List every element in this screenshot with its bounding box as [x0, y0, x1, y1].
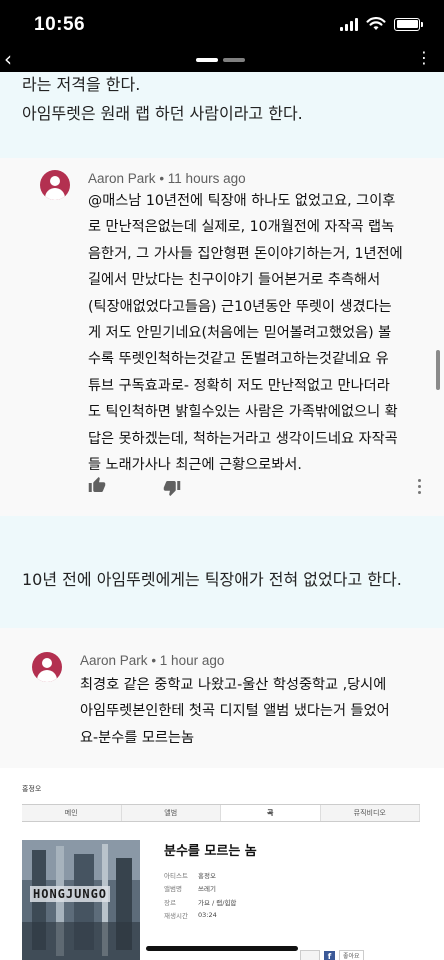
- comment-author[interactable]: Aaron Park: [80, 653, 148, 668]
- info-value: 가요 / 랩/힙합: [198, 898, 237, 907]
- comment-line: 길에서 만났다는 친구이야기 들어본거로 추측해서: [88, 272, 381, 289]
- album-artist: 홍정오: [22, 785, 42, 793]
- comment-options-icon[interactable]: [418, 479, 421, 494]
- comment-line: 도 틱인척하면 밝힐수있는 사람은 가족밖에없으니 확: [88, 404, 398, 421]
- avatar[interactable]: [32, 652, 62, 682]
- status-time: 10:56: [34, 14, 86, 35]
- album-tab[interactable]: 뮤직비디오: [321, 805, 420, 821]
- comment-meta: Aaron Park • 11 hours ago: [88, 171, 246, 186]
- info-value: 쓰레기: [198, 885, 216, 894]
- article-text: 10년 전에 아임뚜렛에게는 틱장애가 전혀 없었다고 한다.: [22, 570, 402, 589]
- comment-body: @매스남 10년전에 틱장애 하나도 없었고요, 그이후로 만난적은없는데 실제…: [88, 188, 403, 478]
- comment-time: 11 hours ago: [167, 171, 246, 186]
- album-tab[interactable]: 앨범: [122, 805, 221, 821]
- scrollbar[interactable]: [436, 350, 440, 390]
- comment-card: Aaron Park • 11 hours ago @매스남 10년전에 틱장애…: [0, 158, 444, 516]
- comment-line: 튜브 구독효과로- 정확히 저도 만난적없고 만나더라: [88, 377, 390, 394]
- info-value: 홍정오: [198, 871, 216, 880]
- comment-line: 음한거, 그 가사들 집안형편 돈이야기하는거, 1년전에: [88, 245, 403, 262]
- like-button[interactable]: 좋아요: [339, 950, 364, 960]
- comment-line: 최경호 같은 중학교 나왔고-울산 학성중학교 ,당시에: [80, 677, 387, 693]
- avatar[interactable]: [40, 170, 70, 200]
- page-indicator: [196, 58, 245, 62]
- comment-line: 수록 뚜렛인척하는것같고 돈벌려고하는것같네요 유: [88, 351, 389, 368]
- comment-line: 아임뚜렛본인한테 첫곡 디지털 앨범 냈다는거 들었어: [80, 703, 390, 720]
- album-tab[interactable]: 메인: [22, 805, 122, 821]
- comment-time: 1 hour ago: [159, 653, 225, 668]
- screen: 10:56 ‹ ⋮ 라는 저격을 한다. 아임뚜렛은 원래 랩 하던 사람이라고…: [0, 0, 444, 960]
- album-tab[interactable]: 곡: [221, 805, 321, 821]
- comment-line: 게 저도 안믿기네요(처음에는 믿어볼려고했었음) 볼: [88, 325, 392, 342]
- back-icon[interactable]: ‹: [4, 48, 12, 70]
- info-row: 아티스트 홍정오: [164, 868, 236, 882]
- wifi-icon: [366, 17, 386, 30]
- comment-line: 로 만난적은없는데 실제로, 10개월전에 자작곡 랩녹: [88, 219, 395, 236]
- info-row: 앨범명 쓰레기: [164, 882, 236, 896]
- comment-line: @매스남 10년전에 틱장애 하나도 없었고요, 그이후: [88, 193, 396, 209]
- song-info-table: 아티스트 홍정오앨범명 쓰레기장르 가요 / 랩/힙합재생시간 03:24: [164, 868, 236, 922]
- comment-author[interactable]: Aaron Park: [88, 171, 156, 186]
- album-tab-bar: 메인 앨범 곡 뮤직비디오: [22, 804, 420, 822]
- article-text: 아임뚜렛은 원래 랩 하던 사람이라고 한다.: [22, 104, 303, 123]
- info-value: 03:24: [198, 911, 217, 920]
- comment-card: Aaron Park • 1 hour ago 최경호 같은 중학교 나왔고-울…: [0, 628, 444, 768]
- comment-line: 요-분수를 모르는놈: [80, 729, 195, 746]
- facebook-icon[interactable]: f: [324, 950, 335, 960]
- album-cover[interactable]: HONGJUNGO: [22, 840, 140, 960]
- info-key: 장르: [164, 898, 176, 907]
- info-row: 재생시간 03:24: [164, 909, 236, 923]
- home-indicator[interactable]: [146, 946, 298, 951]
- comment-line: 답은 못하겠는데, 척하는거라고 생각이드네요 자작곡: [88, 430, 398, 447]
- share-button[interactable]: [300, 950, 320, 960]
- album-actions: f 좋아요: [300, 950, 364, 960]
- album-screenshot: 홍정오 메인 앨범 곡 뮤직비디오 HONGJUNGO 분수를 모르는 놈 아티스트 홍…: [0, 768, 444, 960]
- info-row: 장르 가요 / 랩/힙합: [164, 895, 236, 909]
- navigation-row: ‹ ⋮: [0, 48, 444, 72]
- comment-body: 최경호 같은 중학교 나왔고-울산 학성중학교 ,당시에아임뚜렛본인한테 첫곡 …: [80, 672, 390, 751]
- song-title: 분수를 모르는 놈: [164, 844, 257, 859]
- comment-line: (틱장애없었다고들음) 근10년동안 뚜렛이 생겼다는: [88, 298, 392, 315]
- battery-icon: [394, 17, 423, 31]
- comment-line: 들 노래가사나 최근에 근황으로봐서.: [88, 457, 302, 474]
- comment-meta: Aaron Park • 1 hour ago: [80, 653, 225, 668]
- info-key: 재생시간: [164, 912, 188, 921]
- article-text: 라는 저격을 한다.: [22, 75, 141, 94]
- album-cover-text: HONGJUNGO: [30, 886, 111, 902]
- like-icon[interactable]: [88, 476, 106, 493]
- info-key: 아티스트: [164, 871, 188, 880]
- status-icons: [340, 17, 423, 31]
- status-bar: 10:56 ‹ ⋮: [0, 0, 444, 72]
- more-icon[interactable]: ⋮: [416, 48, 432, 68]
- info-key: 앨범명: [164, 885, 182, 894]
- dislike-icon[interactable]: [163, 480, 181, 497]
- cellular-signal-icon: [340, 17, 358, 31]
